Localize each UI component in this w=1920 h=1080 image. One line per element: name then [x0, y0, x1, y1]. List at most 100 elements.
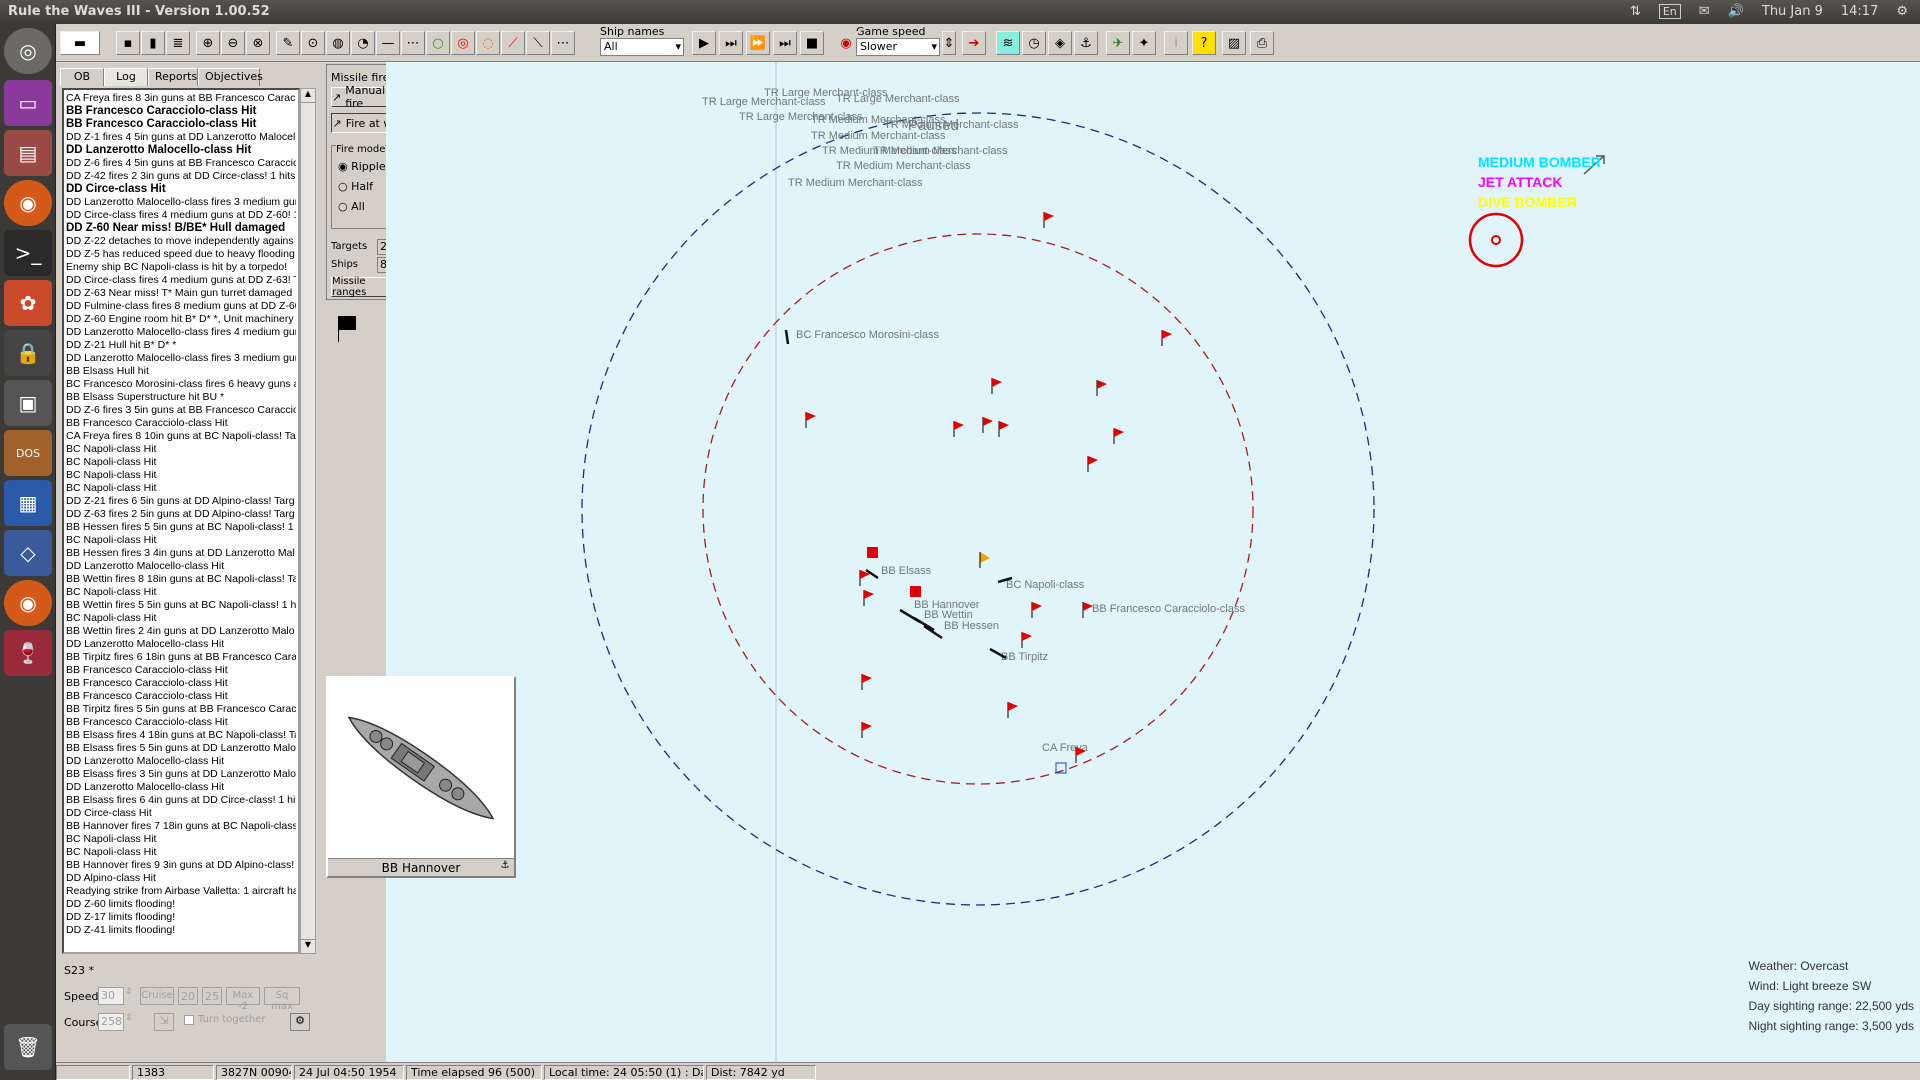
speed-spinner[interactable]: ⇕ — [942, 31, 956, 55]
zoom-in-icon[interactable]: ⊕ — [196, 31, 220, 55]
power-gear-icon[interactable]: ⚙ — [1896, 4, 1908, 19]
screen-icon[interactable]: ▣ — [4, 380, 52, 426]
enemy-ship-flag[interactable] — [1088, 456, 1098, 465]
course-spinner-icon[interactable]: ⇕ — [125, 1013, 133, 1023]
scroll-down-icon[interactable]: ▼ — [301, 939, 315, 953]
network-icon[interactable]: ⇅ — [1630, 4, 1641, 19]
enemy-ship-flag[interactable] — [954, 421, 964, 430]
radio-all[interactable]: ○ All — [338, 200, 365, 213]
aircraft-settings-icon[interactable]: ✦ — [1132, 31, 1156, 55]
step5-icon[interactable]: ⏩ — [746, 31, 770, 55]
red-target-icon[interactable]: ◎ — [451, 31, 475, 55]
dosbox-icon[interactable]: DOS — [4, 430, 52, 476]
course-input[interactable]: 258 — [98, 1013, 124, 1031]
enemy-ship-flag[interactable] — [864, 590, 874, 599]
sq-max-button[interactable]: Sq max — [264, 987, 300, 1012]
date[interactable]: Thu Jan 9 — [1762, 4, 1823, 19]
enemy-ship-flag[interactable] — [1162, 330, 1172, 339]
enemy-ship-flag[interactable] — [1044, 212, 1054, 221]
max-minus-2-button[interactable]: Max -2 — [226, 987, 260, 1012]
ubuntu-dash-icon[interactable]: ◎ — [4, 28, 52, 74]
tab-objectives[interactable]: Objectives — [198, 68, 263, 86]
step-icon[interactable]: ⏭ — [719, 31, 743, 55]
aircraft-icon[interactable]: ✈ — [1106, 31, 1130, 55]
step15-icon[interactable]: ⏭ — [773, 31, 797, 55]
speed-spinner-icon[interactable]: ⇕ — [125, 987, 133, 997]
ruler-icon[interactable]: ⟍ — [526, 31, 550, 55]
document-icon[interactable]: ▦ — [4, 480, 52, 526]
radio-ripple[interactable]: ◉ Ripple — [338, 160, 386, 173]
orange-circle-icon[interactable]: ◌ — [476, 31, 500, 55]
color-picker-icon[interactable]: ✿ — [4, 280, 52, 326]
cruise-button[interactable]: Cruise — [140, 987, 174, 1005]
report-icon[interactable]: ▨ — [1222, 31, 1246, 55]
radio-half[interactable]: ○ Half — [338, 180, 373, 193]
play-icon[interactable]: ▶ — [692, 31, 716, 55]
enemy-ship-flag[interactable] — [983, 417, 993, 426]
zoom-out-icon[interactable]: ⊖ — [221, 31, 245, 55]
pencil-icon[interactable]: ✎ — [276, 31, 300, 55]
book-icon[interactable]: ▮ — [141, 31, 165, 55]
virtualbox-icon[interactable]: ◇ — [4, 530, 52, 576]
ship-names-select[interactable]: All — [600, 38, 684, 56]
info-icon[interactable]: i — [1164, 31, 1188, 55]
game-speed-select[interactable]: Slower — [856, 38, 940, 56]
enemy-ship-flag[interactable] — [1032, 602, 1042, 611]
red-line-icon[interactable]: ⟋ — [501, 31, 525, 55]
speed-input[interactable]: 30 — [98, 987, 124, 1005]
enemy-ship-flag[interactable] — [862, 722, 872, 731]
mail-icon[interactable]: ✉ — [1699, 4, 1710, 19]
enemy-ship-flag[interactable] — [1022, 632, 1032, 641]
print-icon[interactable]: ⎙ — [1250, 31, 1274, 55]
battle-log[interactable]: CA Freya fires 8 3in guns at BB Francesc… — [62, 88, 300, 954]
trash-icon[interactable]: 🗑 — [4, 1024, 52, 1070]
line-icon[interactable]: — — [376, 31, 400, 55]
more-icon[interactable]: ⋯ — [551, 31, 575, 55]
map-canvas[interactable]: TR Large Merchant-class TR Large Merchan… — [386, 62, 1920, 1062]
enemy-ship-flag[interactable] — [1097, 380, 1107, 389]
compass-icon[interactable]: ◍ — [326, 31, 350, 55]
enemy-ship-flag[interactable] — [1114, 428, 1124, 437]
volume-icon[interactable]: 🔊 — [1728, 4, 1744, 19]
red-arrow-icon[interactable]: ➔ — [962, 31, 986, 55]
anchor-icon[interactable]: ⚓ — [1074, 31, 1098, 55]
save-icon[interactable]: ▪ — [116, 31, 140, 55]
course-pick-icon[interactable]: ⇲ — [154, 1013, 174, 1031]
tab-log[interactable]: Log — [104, 68, 148, 86]
speed-20-button[interactable]: 20 — [178, 987, 198, 1005]
enemy-ship-flag[interactable] — [1008, 702, 1018, 711]
terminal-icon[interactable]: >_ — [4, 230, 52, 276]
lock-icon[interactable]: ⊙ — [301, 31, 325, 55]
ship-list-icon[interactable]: ≣ — [166, 31, 190, 55]
tab-reports[interactable]: Reports — [148, 68, 198, 86]
selected-flag-marker[interactable] — [980, 552, 990, 563]
log-scrollbar[interactable]: ▲ ▼ — [300, 88, 316, 954]
enemy-ship-flag[interactable] — [992, 378, 1002, 387]
air-strike-zone[interactable] — [1468, 212, 1524, 268]
dots-icon[interactable]: ⋯ — [401, 31, 425, 55]
help-icon[interactable]: ? — [1192, 31, 1216, 55]
stopwatch-icon[interactable]: ◷ — [1022, 31, 1046, 55]
turn-together-checkbox[interactable] — [184, 1015, 194, 1025]
sea-view-icon[interactable]: ≋ — [996, 31, 1020, 55]
zoom-fit-icon[interactable]: ⊗ — [246, 31, 270, 55]
enemy-ship-flag[interactable] — [806, 412, 816, 421]
app-window-icon[interactable]: ▭ — [4, 80, 52, 126]
flag-icon[interactable]: ▬ — [60, 31, 100, 55]
tactical-map[interactable]: TR Large Merchant-class TR Large Merchan… — [386, 62, 1920, 1062]
clock-icon[interactable]: ◔ — [351, 31, 375, 55]
ship-hull[interactable] — [923, 624, 943, 640]
tab-ob[interactable]: OB — [60, 68, 104, 86]
green-circle-icon[interactable]: ○ — [426, 31, 450, 55]
stop-icon[interactable]: ■ — [800, 31, 824, 55]
wine-icon[interactable]: 🍷 — [4, 630, 52, 676]
enemy-ship-flag[interactable] — [999, 421, 1009, 430]
eraser-icon[interactable]: ◈ — [1048, 31, 1072, 55]
speed-25-button[interactable]: 25 — [202, 987, 222, 1005]
ship-hull[interactable] — [784, 329, 790, 345]
clock[interactable]: 14:17 — [1841, 4, 1878, 19]
firefox-icon[interactable]: ◉ — [4, 580, 52, 626]
settings-gear-icon[interactable]: ⚙ — [290, 1013, 310, 1031]
file-cabinet-icon[interactable]: ▤ — [4, 130, 52, 176]
keyboard-language[interactable]: En — [1658, 4, 1681, 19]
